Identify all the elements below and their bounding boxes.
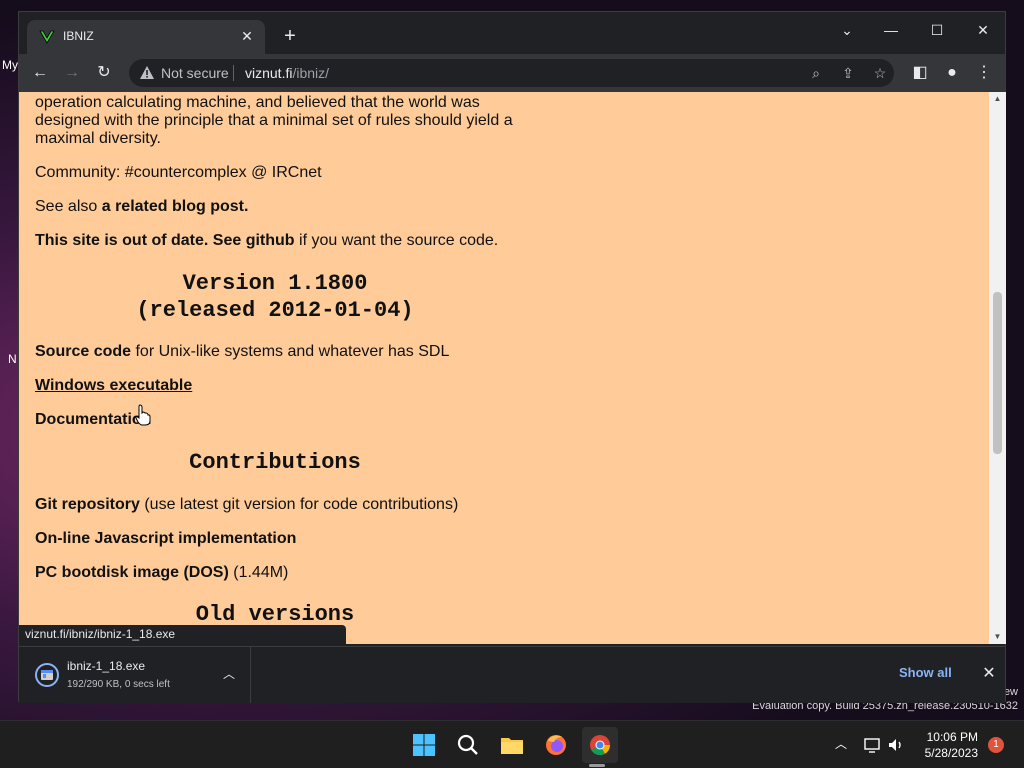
new-tab-button[interactable]: + — [277, 24, 303, 50]
search-icon[interactable] — [450, 727, 486, 763]
side-panel-icon[interactable]: ◧ — [907, 60, 933, 86]
chevron-up-icon[interactable]: ︿ — [219, 664, 239, 684]
desktop-icon-label[interactable]: N — [8, 352, 17, 366]
security-status[interactable]: Not secure — [161, 65, 229, 81]
chrome-icon[interactable] — [582, 727, 618, 763]
download-progress-text: 192/290 KB, 0 secs left — [67, 679, 170, 690]
intro-text: operation calculating machine, and belie… — [35, 94, 480, 111]
menu-kebab-icon[interactable]: ⋮ — [971, 60, 997, 86]
git-repository-link[interactable]: Git repository — [35, 496, 140, 513]
show-all-downloads-button[interactable]: Show all — [899, 665, 952, 680]
desktop-icon-label[interactable]: My — [2, 58, 18, 72]
tab-strip: IBNIZ ✕ + ⌄ — ☐ ✕ — [19, 12, 1005, 54]
download-shelf: ibniz-1_18.exe 192/290 KB, 0 secs left ︿… — [19, 646, 1005, 703]
browser-window: IBNIZ ✕ + ⌄ — ☐ ✕ ← → ↻ Not secure viznu… — [18, 11, 1006, 703]
volume-icon[interactable] — [886, 735, 906, 755]
vertical-scrollbar[interactable]: ▲ ▼ — [989, 92, 1006, 644]
reload-button[interactable]: ↻ — [91, 60, 117, 86]
blog-post-link[interactable]: a related blog post. — [102, 198, 249, 215]
git-paragraph: Git repository (use latest git version f… — [35, 496, 459, 513]
file-explorer-icon[interactable] — [494, 727, 530, 763]
share-icon[interactable]: ⇪ — [839, 64, 857, 82]
download-file-name: ibniz-1_18.exe — [67, 659, 146, 673]
bootdisk-paragraph: PC bootdisk image (DOS) (1.44M) — [35, 564, 289, 581]
tab-ibniz[interactable]: IBNIZ ✕ — [27, 20, 265, 54]
hand-cursor-icon — [135, 404, 151, 426]
address-bar[interactable]: Not secure viznut.fi/ibniz/ ⌕ ⇪ ☆ — [129, 59, 894, 87]
bootdisk-link[interactable]: PC bootdisk image (DOS) — [35, 564, 229, 581]
show-hidden-icons-chevron-icon[interactable]: ︿ — [832, 735, 850, 753]
link-status-bubble: viznut.fi/ibniz/ibniz-1_18.exe — [19, 625, 346, 645]
profile-icon[interactable]: ● — [939, 60, 965, 86]
community-text: Community: #countercomplex @ IRCnet — [35, 164, 322, 181]
version-heading: Version 1.1800 (released 2012-01-04) — [136, 271, 414, 323]
taskbar: ︿ 10:06 PM 5/28/2023 1 — [0, 720, 1024, 768]
watermark-fragment: ew — [1003, 686, 1018, 698]
notification-badge[interactable]: 1 — [988, 737, 1004, 753]
page-viewport: operation calculating machine, and belie… — [19, 92, 989, 644]
omnibox-separator — [233, 65, 234, 81]
contributions-heading: Contributions — [189, 450, 361, 475]
see-also-paragraph: See also a related blog post. — [35, 198, 249, 215]
tab-title: IBNIZ — [63, 29, 94, 43]
source-code-paragraph: Source code for Unix-like systems and wh… — [35, 343, 450, 360]
browser-toolbar: ← → ↻ Not secure viznut.fi/ibniz/ ⌕ ⇪ ☆ … — [19, 54, 1005, 92]
firefox-icon[interactable] — [538, 727, 574, 763]
minimize-button[interactable]: — — [869, 16, 913, 44]
download-item[interactable]: ibniz-1_18.exe 192/290 KB, 0 secs left ︿ — [19, 647, 251, 703]
forward-button[interactable]: → — [59, 60, 85, 86]
source-code-link[interactable]: Source code — [35, 343, 131, 360]
zoom-search-icon[interactable]: ⌕ — [807, 64, 825, 82]
intro-text: designed with the principle that a minim… — [35, 112, 513, 129]
back-button[interactable]: ← — [27, 60, 53, 86]
old-versions-heading: Old versions — [195, 602, 355, 627]
ibniz-favicon-icon — [39, 30, 55, 44]
scrollbar-thumb[interactable] — [993, 292, 1002, 454]
scroll-down-arrow-icon[interactable]: ▼ — [989, 630, 1006, 644]
maximize-button[interactable]: ☐ — [915, 16, 959, 44]
windows-executable-link[interactable]: Windows executable — [35, 377, 192, 395]
tab-search-chevron-icon[interactable]: ⌄ — [825, 16, 869, 44]
github-link[interactable]: This site is out of date. See github — [35, 232, 295, 249]
javascript-implementation-link[interactable]: On-line Javascript implementation — [35, 530, 296, 548]
outdated-notice: This site is out of date. See github if … — [35, 232, 499, 249]
network-icon[interactable] — [862, 735, 882, 755]
clock-date: 5/28/2023 — [924, 746, 978, 760]
active-app-indicator — [589, 764, 605, 767]
system-clock[interactable]: 10:06 PM 5/28/2023 — [920, 729, 978, 761]
scroll-up-arrow-icon[interactable]: ▲ — [989, 92, 1006, 106]
warning-icon[interactable] — [139, 65, 155, 81]
clock-time: 10:06 PM — [926, 730, 978, 744]
close-window-button[interactable]: ✕ — [961, 16, 1005, 44]
close-tab-icon[interactable]: ✕ — [237, 26, 257, 46]
documentation-link[interactable]: Documentation — [35, 411, 151, 429]
url-text[interactable]: viznut.fi/ibniz/ — [245, 65, 329, 81]
executable-file-icon — [35, 663, 59, 687]
close-download-shelf-icon[interactable]: ✕ — [978, 663, 1000, 685]
windows-start-icon[interactable] — [406, 727, 442, 763]
bookmark-star-icon[interactable]: ☆ — [871, 64, 889, 82]
intro-text: maximal diversity. — [35, 130, 161, 147]
